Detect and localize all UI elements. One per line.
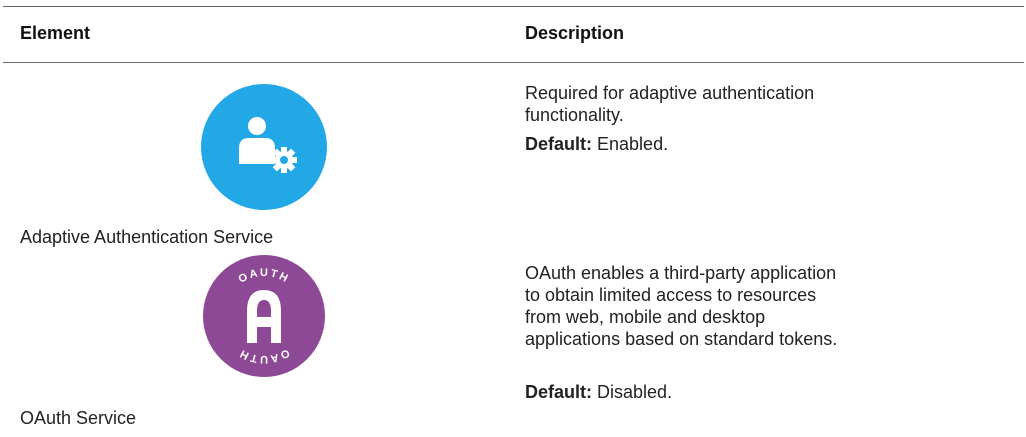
- column-header-element: Element: [20, 23, 91, 43]
- svg-text:OAUTH: OAUTH: [237, 267, 292, 286]
- default-value: Disabled.: [597, 382, 673, 402]
- default-setting-adaptive-authentication: Default: Enabled.: [525, 133, 668, 155]
- element-name-oauth: OAuth Service: [20, 408, 137, 428]
- column-header-description: Description: [525, 23, 625, 43]
- oauth-icon: OAUTH OAUTH: [203, 255, 325, 377]
- adaptive-authentication-icon: [201, 84, 327, 210]
- description-oauth: OAuth enables a third-party application …: [525, 263, 838, 349]
- oauth-ring-text-top: OAUTH: [237, 267, 290, 286]
- default-value: Enabled.: [597, 134, 669, 154]
- default-setting-oauth: Default: Disabled.: [525, 381, 672, 403]
- oauth-ring-text-bottom: OAUTH: [237, 346, 292, 365]
- default-label: Default:: [525, 382, 592, 402]
- description-adaptive-authentication: Required for adaptive authentication fun…: [525, 83, 815, 125]
- table-top-rule: [3, 6, 1024, 7]
- svg-text:OAUTH: OAUTH: [237, 346, 292, 365]
- table-header-rule: [3, 62, 1024, 63]
- element-name-adaptive-authentication: Adaptive Authentication Service: [20, 227, 274, 247]
- default-label: Default:: [525, 134, 592, 154]
